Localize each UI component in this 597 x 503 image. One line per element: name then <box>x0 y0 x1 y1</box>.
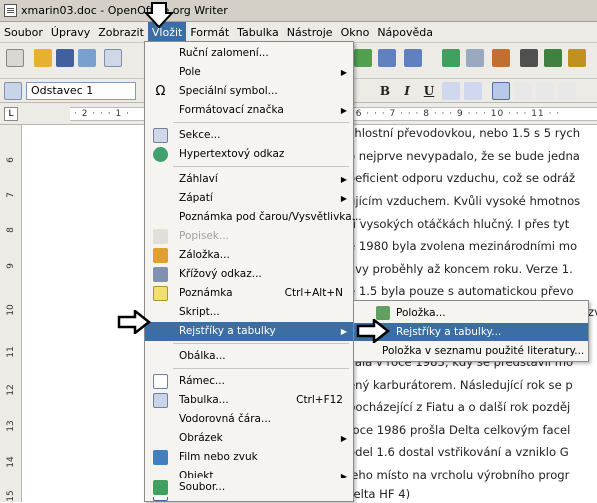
window-title: xmarin03.doc - OpenOffice.org Writer <box>21 4 228 17</box>
styles-icon[interactable] <box>4 82 22 100</box>
highlight-icon[interactable] <box>464 82 482 100</box>
menu-bar: Soubor Úpravy Zobrazit Vložit Formát Tab… <box>0 21 597 43</box>
file-icon <box>153 480 168 495</box>
doc-line: roce 1986 prošla Delta celkovým facel <box>348 423 571 437</box>
menu-okno[interactable]: Okno <box>337 22 374 43</box>
menu-item-header[interactable]: Záhlaví ▶ <box>145 170 353 189</box>
doc-line: e 1980 byla zvolena mezinárodními mo <box>348 239 578 253</box>
menu-item-file[interactable]: Soubor... <box>145 478 353 497</box>
menu-napoveda[interactable]: Nápověda <box>373 22 437 43</box>
menu-item-envelope[interactable]: Obálka... <box>145 347 353 366</box>
doc-line: o nejprve nevypadalo, že se bude jedna <box>348 149 580 163</box>
doc-line: ři vysokých otáčkách hlučný. I přes tyt <box>348 217 570 231</box>
menu-item-footnote[interactable]: Poznámka pod čarou/Vysvětlivka... <box>145 208 362 227</box>
doc-line: odel 1.6 dostal vstřikování a vzniklo G <box>348 445 569 459</box>
open-folder-icon[interactable] <box>34 49 52 67</box>
note-icon <box>153 286 168 301</box>
table-insert-icon[interactable] <box>466 49 484 67</box>
menu-nastroje[interactable]: Nástroje <box>283 22 337 43</box>
right-arrow-submenu-annotation-icon <box>356 319 390 343</box>
doc-line: e 1.5 byla pouze s automatickou převo <box>348 284 574 298</box>
draw-icon[interactable] <box>492 49 510 67</box>
right-arrow-annotation-icon <box>117 310 151 334</box>
font-color-icon[interactable] <box>442 82 460 100</box>
paragraph-style-select[interactable]: Odstavec 1 <box>26 82 136 100</box>
menu-zobrazit[interactable]: Zobrazit <box>94 22 148 43</box>
save-icon[interactable] <box>56 49 74 67</box>
menu-item-formatting-mark[interactable]: Formátovací značka ▶ <box>145 101 353 120</box>
doc-line: jeho místo na vrcholu výrobního progr <box>348 468 570 482</box>
datasource-icon[interactable] <box>568 49 586 67</box>
omega-icon: Ω <box>155 84 166 99</box>
align-left-icon[interactable] <box>492 82 510 100</box>
writer-app-icon <box>4 4 17 17</box>
film-icon <box>153 450 168 465</box>
italic-button[interactable]: I <box>398 82 416 100</box>
menu-format[interactable]: Formát <box>186 22 233 43</box>
justify-icon[interactable] <box>558 82 576 100</box>
doc-line: pocházející z Fiatu a o další rok pozděj <box>348 400 571 414</box>
underline-button[interactable]: U <box>420 82 438 100</box>
undo-icon[interactable] <box>378 49 396 67</box>
menu-item-section[interactable]: Sekce... <box>145 126 353 145</box>
caption-icon <box>153 229 168 244</box>
menu-tabulka[interactable]: Tabulka <box>233 22 283 43</box>
menu-item-bookmark[interactable]: Záložka... <box>145 246 353 265</box>
doc-line: chlostní převodovkou, nebo 1.5 s 5 rych <box>348 126 581 140</box>
redo-icon[interactable] <box>404 49 422 67</box>
insert-menu: Ruční zalomení... Pole ▶ Ω Speciální symbo… <box>144 41 362 502</box>
menu-item-cross-reference[interactable]: Křížový odkaz... <box>145 265 353 284</box>
bold-button[interactable]: B <box>376 82 394 100</box>
down-arrow-annotation-icon <box>144 2 174 28</box>
menu-item-field[interactable]: Pole ▶ <box>145 63 353 82</box>
doc-line: ujícím vzduchem. Kvůli vysoké hmotnos <box>348 194 581 208</box>
menu-item-footer[interactable]: Zápatí ▶ <box>145 189 353 208</box>
bookmark-icon <box>153 248 168 263</box>
menu-item-movie-sound[interactable]: Film nebo zvuk <box>145 448 353 467</box>
menu-item-picture[interactable]: Obrázek ▶ <box>145 429 353 448</box>
menu-item-table[interactable]: Tabulka... Ctrl+F12 <box>145 391 353 410</box>
menu-item-hyperlink[interactable]: Hypertextový odkaz <box>145 145 353 164</box>
align-center-icon[interactable] <box>514 82 532 100</box>
menu-upravy[interactable]: Úpravy <box>47 22 94 43</box>
spellcheck-icon[interactable] <box>354 49 372 67</box>
menu-item-special-character[interactable]: Ω Speciální symbol... <box>145 82 353 101</box>
email-icon[interactable] <box>78 49 96 67</box>
title-bar: xmarin03.doc - OpenOffice.org Writer <box>0 0 597 22</box>
submenu-item-bibliography-entry[interactable]: Položka v seznamu použité literatury... <box>354 342 588 360</box>
menu-item-script[interactable]: Skript... <box>145 303 353 322</box>
vertical-ruler[interactable]: 6 7 8 9 10 11 12 13 14 15 <box>0 125 22 502</box>
doc-line: zv <box>588 305 597 319</box>
menu-item-frame[interactable]: Rámec... <box>145 372 353 391</box>
gallery-icon[interactable] <box>544 49 562 67</box>
find-icon[interactable] <box>520 49 538 67</box>
doc-line: oeficient odporu vzduchu, což se odráž <box>348 171 576 185</box>
menu-item-caption[interactable]: Popisek... <box>145 227 353 246</box>
tab-stop-icon[interactable]: L <box>4 107 18 121</box>
table-icon <box>153 393 168 408</box>
menu-soubor[interactable]: Soubor <box>0 22 47 43</box>
menu-item-horizontal-line[interactable]: Vodorovná čára... <box>145 410 353 429</box>
menu-item-note[interactable]: Poznámka Ctrl+Alt+N <box>145 284 353 303</box>
section-icon <box>153 128 168 143</box>
hyperlink-icon <box>153 147 168 162</box>
entry-icon <box>376 306 390 320</box>
frame-icon <box>153 374 168 389</box>
crossref-icon <box>153 267 168 282</box>
doc-line: ený karburátorem. Následující rok se p <box>348 378 573 392</box>
new-document-icon[interactable] <box>6 49 24 67</box>
navigator-icon[interactable] <box>442 49 460 67</box>
menu-item-indexes-tables[interactable]: Rejstříky a tabulky ▶ <box>145 322 353 341</box>
align-right-icon[interactable] <box>536 82 554 100</box>
edit-file-icon[interactable] <box>104 49 122 67</box>
doc-line: avy proběhly až koncem roku. Verze 1. <box>348 262 573 276</box>
menu-item-manual-break[interactable]: Ruční zalomení... <box>145 44 353 63</box>
